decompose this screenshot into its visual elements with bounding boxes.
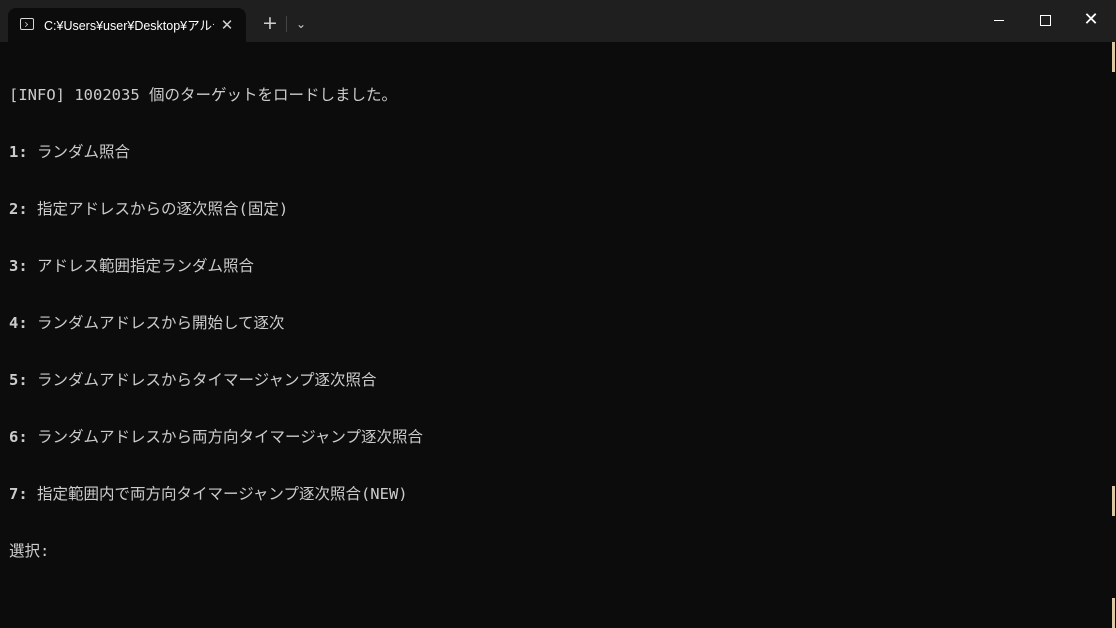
tab-active[interactable]: C:¥Users¥user¥Desktop¥アルテ ✕ bbox=[8, 8, 246, 42]
option-text: ランダムアドレスから開始して逐次 bbox=[27, 314, 285, 332]
option-text: 指定アドレスからの逐次照合(固定) bbox=[27, 200, 289, 218]
option-text: ランダム照合 bbox=[27, 143, 131, 161]
maximize-button[interactable] bbox=[1022, 0, 1068, 40]
option-number: 4: bbox=[9, 314, 28, 332]
new-tab-button[interactable]: + bbox=[258, 12, 282, 36]
scroll-marker bbox=[1112, 42, 1115, 72]
close-button[interactable]: ✕ bbox=[1068, 0, 1114, 40]
option-number: 7: bbox=[9, 485, 28, 503]
title-bar[interactable]: C:¥Users¥user¥Desktop¥アルテ ✕ + ⌄ ✕ bbox=[0, 0, 1116, 42]
tab-title: C:¥Users¥user¥Desktop¥アルテ bbox=[44, 19, 214, 33]
divider bbox=[286, 16, 287, 32]
input-prompt[interactable]: 選択: bbox=[9, 542, 1104, 561]
menu-option-1: 1: ランダム照合 bbox=[9, 143, 1104, 162]
maximize-icon bbox=[1039, 15, 1051, 26]
option-number: 6: bbox=[9, 428, 28, 446]
scrollbar[interactable] bbox=[1110, 42, 1116, 628]
menu-option-6: 6: ランダムアドレスから両方向タイマージャンプ逐次照合 bbox=[9, 428, 1104, 447]
scroll-marker bbox=[1112, 598, 1115, 628]
terminal-window: C:¥Users¥user¥Desktop¥アルテ ✕ + ⌄ ✕ [INFO]… bbox=[0, 0, 1116, 628]
tab-close-button[interactable]: ✕ bbox=[216, 14, 238, 36]
option-number: 5: bbox=[9, 371, 28, 389]
menu-option-5: 5: ランダムアドレスからタイマージャンプ逐次照合 bbox=[9, 371, 1104, 390]
menu-option-4: 4: ランダムアドレスから開始して逐次 bbox=[9, 314, 1104, 333]
console-output[interactable]: [INFO] 1002035 個のターゲットをロードしました。 1: ランダム照… bbox=[9, 48, 1104, 620]
menu-option-3: 3: アドレス範囲指定ランダム照合 bbox=[9, 257, 1104, 276]
info-line: [INFO] 1002035 個のターゲットをロードしました。 bbox=[9, 86, 397, 104]
option-text: ランダムアドレスからタイマージャンプ逐次照合 bbox=[27, 371, 377, 389]
tab-dropdown-button[interactable]: ⌄ bbox=[290, 12, 312, 36]
minimize-button[interactable] bbox=[976, 0, 1022, 40]
menu-option-7: 7: 指定範囲内で両方向タイマージャンプ逐次照合(NEW) bbox=[9, 485, 1104, 504]
option-number: 1: bbox=[9, 143, 28, 161]
menu-option-2: 2: 指定アドレスからの逐次照合(固定) bbox=[9, 200, 1104, 219]
option-text: 指定範囲内で両方向タイマージャンプ逐次照合(NEW) bbox=[27, 485, 408, 503]
option-number: 3: bbox=[9, 257, 28, 275]
scroll-marker bbox=[1112, 486, 1115, 516]
close-icon: ✕ bbox=[1083, 9, 1099, 30]
option-text: アドレス範囲指定ランダム照合 bbox=[27, 257, 255, 275]
option-text: ランダムアドレスから両方向タイマージャンプ逐次照合 bbox=[27, 428, 423, 446]
option-number: 2: bbox=[9, 200, 28, 218]
terminal-icon bbox=[20, 18, 34, 30]
minimize-icon bbox=[994, 20, 1004, 21]
